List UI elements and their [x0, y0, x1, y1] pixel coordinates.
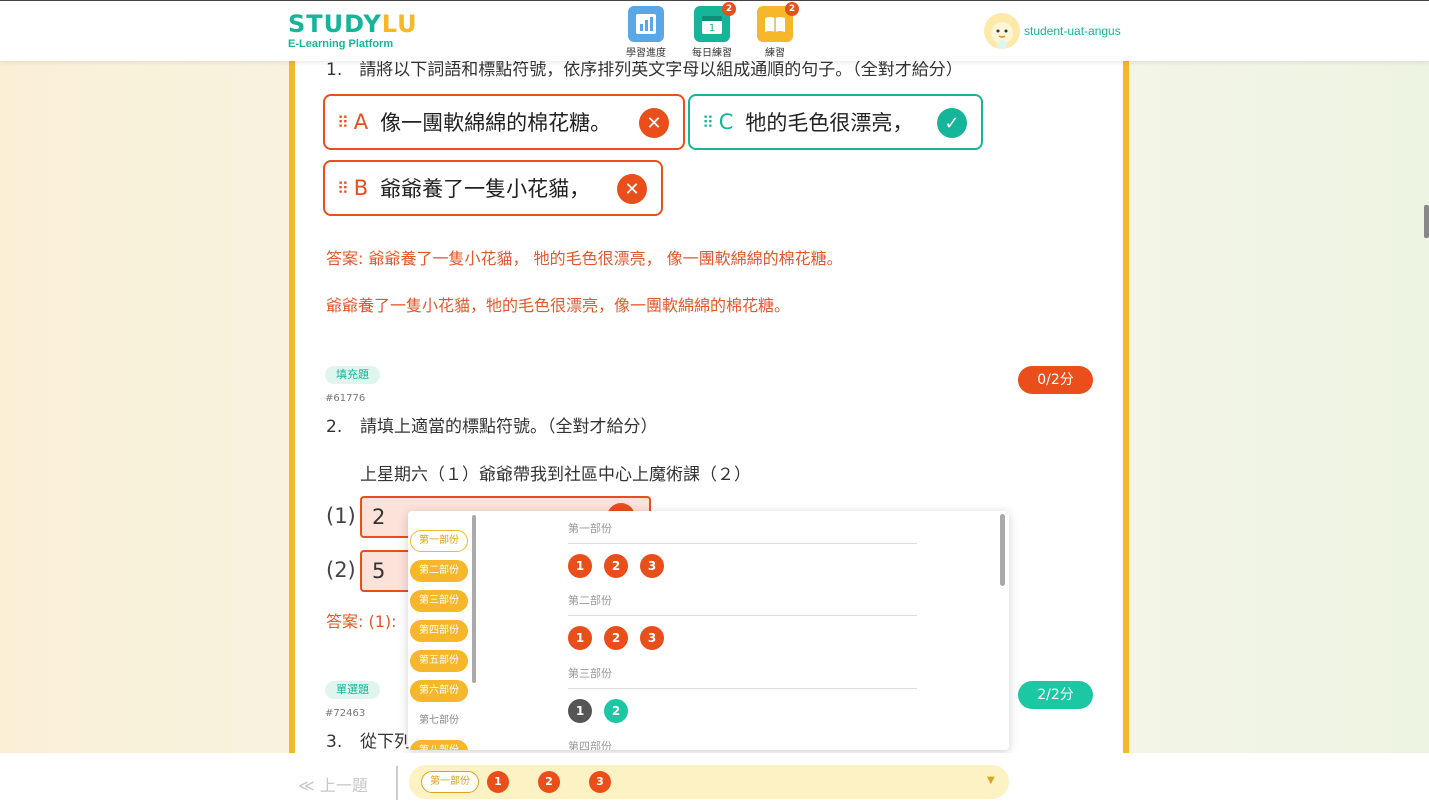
logo[interactable]: STUDYLU E-Learning Platform: [288, 11, 418, 50]
question-dot[interactable]: 1: [568, 554, 592, 578]
previous-question-button[interactable]: ≪ 上一題: [298, 772, 368, 796]
notification-badge: 2: [722, 2, 736, 16]
question-dot[interactable]: 3: [640, 554, 664, 578]
top-header: STUDYLU E-Learning Platform 學習進度 1 2 每日練…: [0, 0, 1429, 61]
question-type-tag: 單選題: [325, 681, 380, 699]
question-dot[interactable]: 2: [604, 554, 628, 578]
question-dot[interactable]: 3: [640, 626, 664, 650]
question-2-answer: 答案: (1):: [326, 612, 397, 631]
wrong-icon: ✕: [617, 174, 647, 204]
svg-text:1: 1: [709, 23, 715, 34]
question-id: #61776: [325, 393, 366, 404]
calendar-icon: 1 2: [694, 2, 736, 42]
chip-text: 爺爺養了一隻小花貓，: [380, 177, 591, 201]
username: student-uat-angus: [1024, 24, 1121, 38]
part-title: 第三部份: [568, 665, 917, 689]
section-button-6[interactable]: 第六部份: [410, 680, 468, 702]
answer-chip-a[interactable]: ⠿ A 像一團軟綿綿的棉花糖。 ✕: [323, 94, 685, 150]
logo-subtitle: E-Learning Platform: [288, 38, 394, 50]
chip-text: 像一團軟綿綿的棉花糖。: [380, 111, 612, 135]
answer-chip-c[interactable]: ⠿ C 牠的毛色很漂亮， ✓: [688, 94, 983, 150]
avatar: [984, 13, 1020, 49]
logo-text: STUDYLU: [288, 10, 418, 38]
user-menu[interactable]: student-uat-angus: [984, 13, 1121, 49]
blank-label: (1): [326, 504, 356, 528]
divider: [396, 766, 398, 800]
bottom-navigation-bar: ≪ 上一題 第一部份 1 2 3 ▼: [0, 753, 1429, 811]
chip-letter: B: [353, 176, 369, 200]
question-dot[interactable]: 1: [568, 626, 592, 650]
question-1-answer: 答案: 爺爺養了一隻小花貓， 牠的毛色很漂亮， 像一團軟綿綿的棉花糖。: [326, 249, 843, 268]
question-dot[interactable]: 2: [604, 699, 628, 723]
drag-handle-icon[interactable]: ⠿: [337, 113, 349, 132]
bar-chart-icon: [628, 6, 664, 42]
question-navigator-toggle[interactable]: 第一部份 1 2 3 ▼: [409, 765, 1009, 799]
current-section-label: 第一部份: [421, 771, 479, 793]
nav-label: 每日練習: [692, 48, 732, 59]
nav-daily-practice[interactable]: 1 2 每日練習: [684, 2, 740, 59]
answer-chip-b[interactable]: ⠿ B 爺爺養了一隻小花貓， ✕: [323, 160, 663, 216]
section-button-8[interactable]: 第八部份: [410, 740, 468, 750]
question-dot[interactable]: 1: [568, 699, 592, 723]
nav-practice[interactable]: 2 練習: [747, 2, 803, 59]
part-title: 第四部份: [568, 740, 612, 750]
nav-label: 學習進度: [626, 48, 666, 59]
chevron-down-icon: ▼: [987, 775, 995, 786]
blank-label: (2): [326, 558, 356, 582]
question-dot[interactable]: 2: [538, 771, 560, 793]
section-button-5[interactable]: 第五部份: [410, 650, 468, 672]
wrong-icon: ✕: [639, 108, 669, 138]
book-icon: 2: [757, 2, 799, 42]
question-1-explanation: 爺爺養了一隻小花貓，牠的毛色很漂亮，像一團軟綿綿的棉花糖。: [326, 296, 791, 315]
section-button-2[interactable]: 第二部份: [410, 560, 468, 582]
question-id: #72463: [325, 708, 366, 719]
drag-handle-icon[interactable]: ⠿: [337, 179, 349, 198]
section-button-3[interactable]: 第三部份: [410, 590, 468, 612]
part-title: 第一部份: [568, 520, 917, 544]
chip-letter: C: [718, 110, 734, 134]
question-navigator-popup: 第一部份 第二部份 第三部份 第四部份 第五部份 第六部份 第七部份 第八部份 …: [408, 511, 1009, 750]
nav-learning-progress[interactable]: 學習進度: [618, 6, 674, 59]
notification-badge: 2: [785, 2, 799, 16]
part-title: 第二部份: [568, 592, 917, 616]
score-badge: 2/2分: [1018, 681, 1093, 709]
question-2-title: 2. 請填上適當的標點符號。（全對才給分）: [326, 417, 658, 437]
score-badge: 0/2分: [1018, 366, 1093, 394]
section-button-4[interactable]: 第四部份: [410, 620, 468, 642]
question-type-tag: 填充題: [325, 366, 380, 384]
page-scrollbar[interactable]: [1424, 205, 1429, 238]
question-3-title: 3. 從下列: [326, 732, 411, 752]
question-dot[interactable]: 3: [589, 771, 611, 793]
question-dot[interactable]: 1: [487, 771, 509, 793]
section-list-scrollbar[interactable]: [472, 515, 476, 683]
nav-label: 練習: [765, 48, 785, 59]
drag-handle-icon[interactable]: ⠿: [702, 113, 714, 132]
section-button-1[interactable]: 第一部份: [410, 530, 468, 552]
section-list: 第一部份 第二部份 第三部份 第四部份 第五部份 第六部份 第七部份 第八部份: [408, 511, 478, 750]
navigator-scrollbar[interactable]: [1000, 514, 1005, 586]
question-dot[interactable]: 2: [604, 626, 628, 650]
chip-text: 牠的毛色很漂亮，: [745, 111, 914, 135]
check-icon: ✓: [937, 108, 967, 138]
chip-letter: A: [353, 110, 369, 134]
question-2-sentence: 上星期六（１）爺爺帶我到社區中心上魔術課（２）: [360, 465, 751, 485]
section-button-7[interactable]: 第七部份: [410, 710, 468, 732]
